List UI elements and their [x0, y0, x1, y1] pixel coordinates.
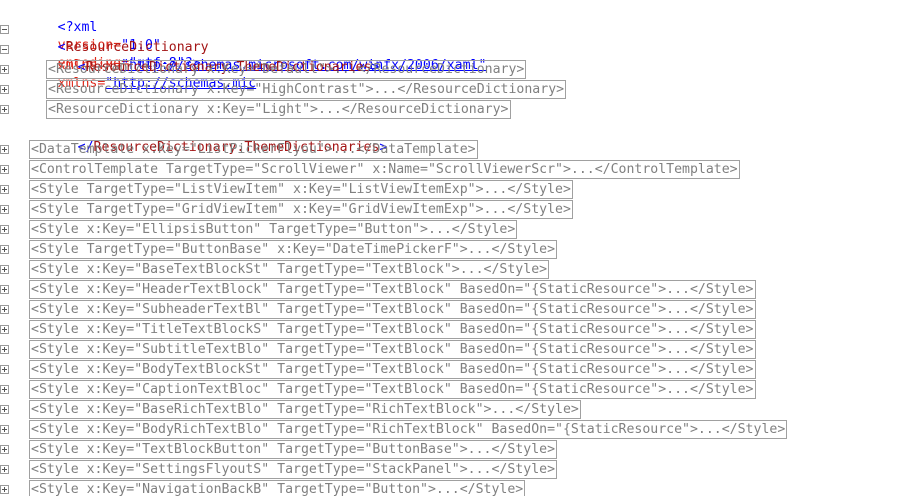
expand-icon[interactable] — [0, 205, 9, 214]
collapsed-region[interactable]: <Style TargetType="ListViewItem" x:Key="… — [29, 180, 573, 199]
fold-toggle[interactable] — [0, 340, 10, 360]
expand-icon[interactable] — [0, 305, 9, 314]
fold-toggle[interactable] — [0, 60, 10, 80]
resource-line: <Style TargetType="ButtonBase" x:Key="Da… — [0, 240, 906, 260]
collapsed-region[interactable]: <Style x:Key="BaseRichTextBlo" TargetTyp… — [29, 400, 581, 419]
resource-line: <Style x:Key="SubheaderTextBl" TargetTyp… — [0, 300, 906, 320]
collapsed-region[interactable]: <Style x:Key="BodyTextBlockSt" TargetTyp… — [29, 360, 756, 379]
expand-icon[interactable] — [0, 285, 9, 294]
collapsed-region[interactable]: <Style x:Key="BodyRichTextBlo" TargetTyp… — [29, 420, 788, 439]
expand-icon[interactable] — [0, 485, 9, 494]
collapsed-region[interactable]: <Style x:Key="TextBlockButton" TargetTyp… — [29, 440, 558, 459]
collapsed-region[interactable]: <Style TargetType="GridViewItem" x:Key="… — [29, 200, 573, 219]
resource-line: <Style x:Key="BodyRichTextBlo" TargetTyp… — [0, 420, 906, 440]
theme-item-line: <ResourceDictionary x:Key="Light">...</R… — [0, 100, 906, 120]
resource-line: <Style x:Key="TitleTextBlockS" TargetTyp… — [0, 320, 906, 340]
expand-icon[interactable] — [0, 65, 9, 74]
fold-toggle[interactable] — [0, 240, 10, 260]
fold-toggle[interactable] — [0, 260, 10, 280]
theme-item-line: <ResourceDictionary x:Key="HighContrast"… — [0, 80, 906, 100]
collapse-icon[interactable] — [0, 45, 9, 54]
collapsed-region[interactable]: <Style x:Key="CaptionTextBloc" TargetTyp… — [29, 380, 756, 399]
fold-toggle[interactable] — [0, 440, 10, 460]
expand-icon[interactable] — [0, 385, 9, 394]
theme-item-line: <ResourceDictionary x:Key="Default">...<… — [0, 60, 906, 80]
resource-line: <Style x:Key="SubtitleTextBlo" TargetTyp… — [0, 340, 906, 360]
expand-icon[interactable] — [0, 225, 9, 234]
expand-icon[interactable] — [0, 145, 9, 154]
fold-toggle[interactable] — [0, 380, 10, 400]
expand-icon[interactable] — [0, 465, 9, 474]
collapsed-region[interactable]: <Style x:Key="SubtitleTextBlo" TargetTyp… — [29, 340, 756, 359]
collapsed-region[interactable]: <Style x:Key="SubheaderTextBl" TargetTyp… — [29, 300, 756, 319]
fold-toggle[interactable] — [0, 300, 10, 320]
resource-line: <ControlTemplate TargetType="ScrollViewe… — [0, 160, 906, 180]
resource-line: <Style TargetType="ListViewItem" x:Key="… — [0, 180, 906, 200]
fold-toggle[interactable] — [0, 280, 10, 300]
fold-toggle[interactable] — [0, 460, 10, 480]
collapsed-region[interactable]: <Style x:Key="BaseTextBlockSt" TargetTyp… — [29, 260, 550, 279]
expand-icon[interactable] — [0, 365, 9, 374]
resource-line: <Style x:Key="BodyTextBlockSt" TargetTyp… — [0, 360, 906, 380]
resource-line: <Style x:Key="HeaderTextBlock" TargetTyp… — [0, 280, 906, 300]
expand-icon[interactable] — [0, 265, 9, 274]
fold-toggle[interactable] — [0, 160, 10, 180]
expand-icon[interactable] — [0, 405, 9, 414]
resource-line: <Style x:Key="NavigationBackB" TargetTyp… — [0, 480, 906, 496]
resource-line: <Style x:Key="TextBlockButton" TargetTyp… — [0, 440, 906, 460]
resource-line: <Style x:Key="SettingsFlyoutS" TargetTyp… — [0, 460, 906, 480]
fold-toggle[interactable] — [0, 80, 10, 100]
resource-line: <Style x:Key="BaseTextBlockSt" TargetTyp… — [0, 260, 906, 280]
fold-toggle[interactable] — [0, 360, 10, 380]
root-element-line: <ResourceDictionary xmlns:x="http://sche… — [0, 20, 906, 91]
fold-toggle-root[interactable] — [0, 20, 10, 40]
fold-toggle[interactable] — [0, 180, 10, 200]
collapsed-region[interactable]: <DataTemplate x:Key="ListPickerFlyou">..… — [29, 140, 478, 159]
expand-icon[interactable] — [0, 445, 9, 454]
expand-icon[interactable] — [0, 345, 9, 354]
fold-toggle[interactable] — [0, 320, 10, 340]
xml-editor[interactable]: <?xml version="1.0" encoding="utf-8"?> <… — [0, 0, 906, 496]
resource-line: <Style x:Key="BaseRichTextBlo" TargetTyp… — [0, 400, 906, 420]
collapsed-region[interactable]: <Style x:Key="HeaderTextBlock" TargetTyp… — [29, 280, 756, 299]
theme-dictionaries-close-line: </ResourceDictionary.ThemeDictionaries> — [0, 120, 906, 155]
expand-icon[interactable] — [0, 425, 9, 434]
resource-line: <Style x:Key="EllipsisButton" TargetType… — [0, 220, 906, 240]
collapsed-region[interactable]: <ResourceDictionary x:Key="HighContrast"… — [46, 80, 567, 99]
collapsed-region[interactable]: <ResourceDictionary x:Key="Default">...<… — [46, 60, 527, 79]
fold-toggle-theme[interactable] — [0, 40, 10, 60]
expand-icon[interactable] — [0, 185, 9, 194]
fold-toggle[interactable] — [0, 420, 10, 440]
fold-toggle[interactable] — [0, 220, 10, 240]
collapsed-region[interactable]: <Style x:Key="SettingsFlyoutS" TargetTyp… — [29, 460, 558, 479]
fold-toggle[interactable] — [0, 200, 10, 220]
collapsed-region[interactable]: <Style x:Key="TitleTextBlockS" TargetTyp… — [29, 320, 756, 339]
expand-icon[interactable] — [0, 85, 9, 94]
expand-icon[interactable] — [0, 245, 9, 254]
resource-line: <Style x:Key="CaptionTextBloc" TargetTyp… — [0, 380, 906, 400]
collapsed-region[interactable]: <Style x:Key="NavigationBackB" TargetTyp… — [29, 480, 526, 496]
fold-toggle[interactable] — [0, 400, 10, 420]
collapsed-region[interactable]: <ResourceDictionary x:Key="Light">...</R… — [46, 100, 511, 119]
theme-dictionaries-open-line: <ResourceDictionary.ThemeDictionaries> — [0, 40, 906, 75]
collapsed-region[interactable]: <Style x:Key="EllipsisButton" TargetType… — [29, 220, 518, 239]
collapse-icon[interactable] — [0, 25, 9, 34]
xml-declaration-line: <?xml version="1.0" encoding="utf-8"?> — [0, 0, 906, 71]
expand-icon[interactable] — [0, 165, 9, 174]
expand-icon[interactable] — [0, 325, 9, 334]
expand-icon[interactable] — [0, 105, 9, 114]
resource-line: <DataTemplate x:Key="ListPickerFlyou">..… — [0, 140, 906, 160]
collapsed-region[interactable]: <ControlTemplate TargetType="ScrollViewe… — [29, 160, 740, 179]
resource-line: <Style TargetType="GridViewItem" x:Key="… — [0, 200, 906, 220]
fold-toggle[interactable] — [0, 140, 10, 160]
fold-toggle[interactable] — [0, 480, 10, 496]
collapsed-region[interactable]: <Style TargetType="ButtonBase" x:Key="Da… — [29, 240, 558, 259]
fold-toggle[interactable] — [0, 100, 10, 120]
